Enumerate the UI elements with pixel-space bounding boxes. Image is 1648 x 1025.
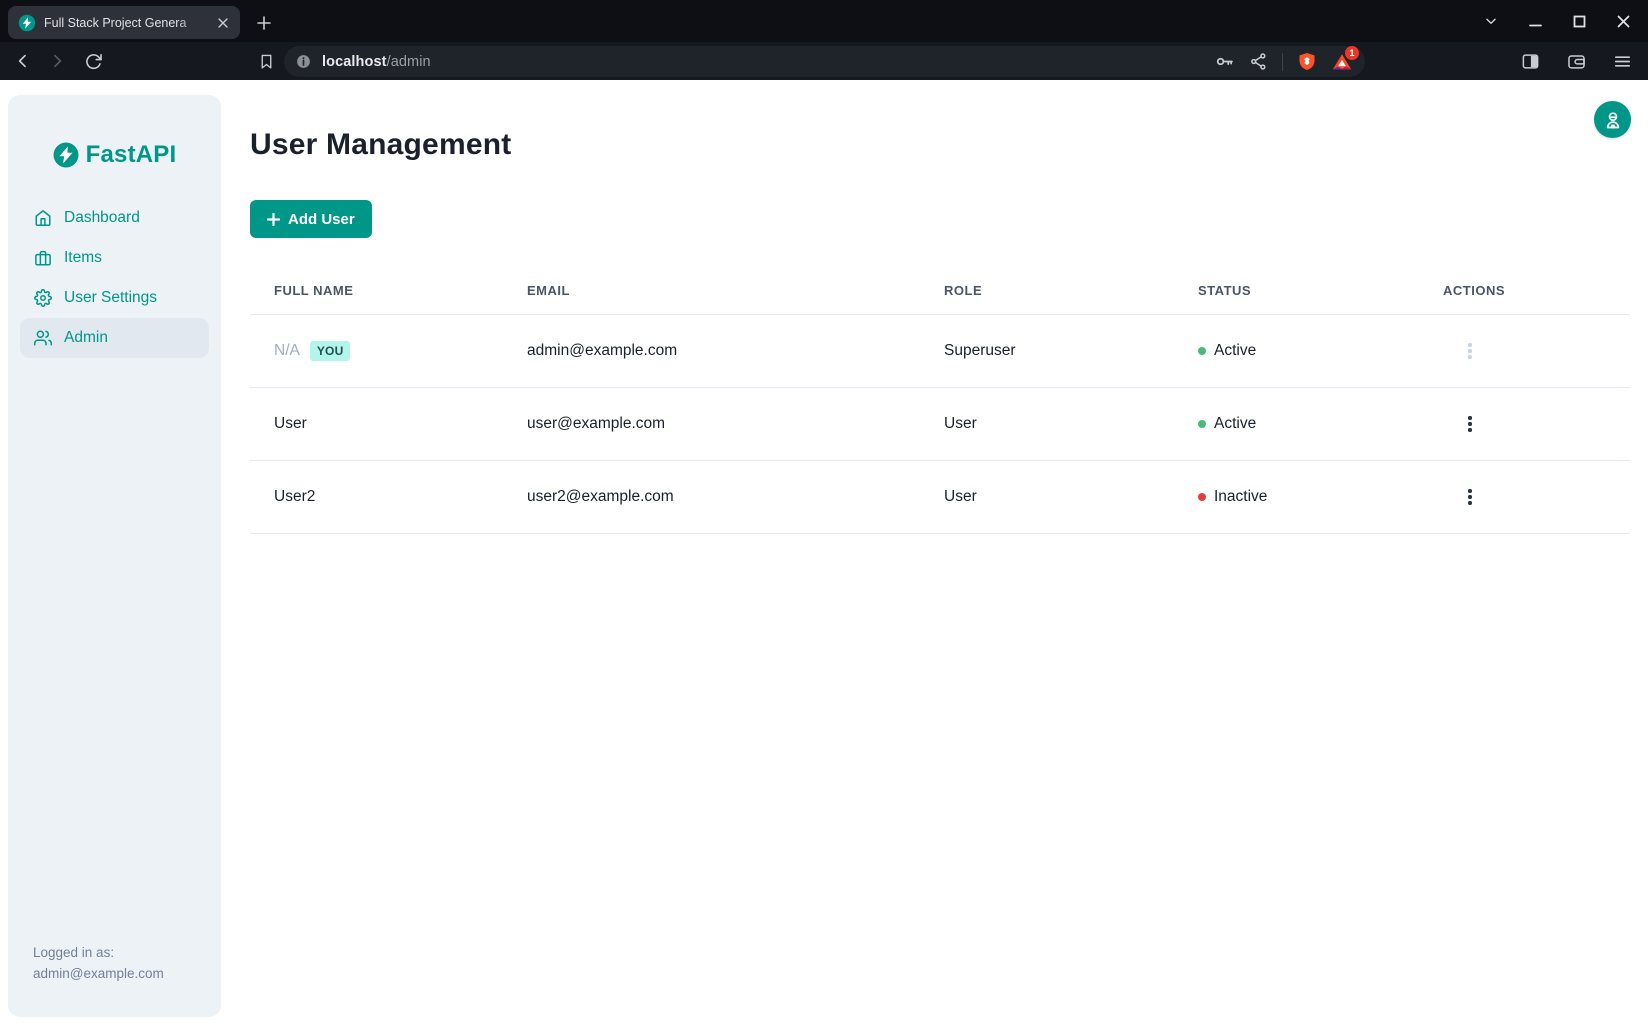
user-astronaut-icon — [1603, 110, 1623, 130]
sidebar-item-dashboard[interactable]: Dashboard — [20, 198, 209, 238]
window-controls — [1480, 0, 1648, 42]
you-badge: YOU — [310, 341, 351, 361]
briefcase-icon — [34, 249, 52, 267]
cell-email: admin@example.com — [527, 342, 944, 360]
share-icon[interactable] — [1249, 52, 1268, 71]
app-sidebar: FastAPI Dashboard Items — [8, 95, 221, 1017]
column-header-full-name: Full Name — [274, 283, 527, 298]
add-user-label: Add User — [288, 211, 355, 228]
sidebar-item-label: User Settings — [64, 289, 157, 307]
row-actions-menu-button[interactable] — [1455, 482, 1485, 512]
fastapi-favicon-icon — [18, 14, 36, 32]
column-header-role: Role — [944, 283, 1198, 298]
brave-wallet-icon[interactable] — [1562, 47, 1590, 75]
status-dot — [1198, 420, 1206, 428]
site-info-icon[interactable] — [292, 51, 314, 73]
sidebar-item-admin[interactable]: Admin — [20, 318, 209, 358]
browser-tab[interactable]: Full Stack Project Genera — [8, 6, 240, 39]
cell-role: Superuser — [944, 342, 1198, 360]
maximize-button[interactable] — [1568, 10, 1590, 32]
toolbar-divider — [1282, 53, 1283, 71]
sidebar-item-label: Admin — [64, 329, 108, 347]
cell-role: User — [944, 488, 1198, 506]
toolbar-right-icons — [1516, 42, 1648, 80]
cell-full-name: User2 — [274, 488, 527, 506]
tab-search-chevron-icon[interactable] — [1480, 10, 1502, 32]
sidebar-item-label: Dashboard — [64, 209, 140, 227]
table-header-row: Full Name Email Role Status Actions — [250, 267, 1630, 315]
brave-rewards-icon[interactable]: 1 — [1331, 51, 1353, 73]
menu-hamburger-icon[interactable] — [1608, 47, 1636, 75]
cell-status: Active — [1214, 415, 1256, 433]
close-window-button[interactable] — [1612, 10, 1634, 32]
cell-full-name: User — [274, 415, 527, 433]
page-content: FastAPI Dashboard Items — [0, 80, 1648, 1025]
sidebar-nav: Dashboard Items User Settings — [20, 198, 209, 358]
status-dot — [1198, 347, 1206, 355]
table-row: N/A YOU admin@example.com Superuser Acti… — [250, 315, 1630, 388]
sidebar-item-user-settings[interactable]: User Settings — [20, 278, 209, 318]
url-host: localhost — [322, 54, 387, 70]
logged-in-info: Logged in as: admin@example.com — [33, 943, 164, 985]
column-header-status: Status — [1198, 283, 1443, 298]
browser-toolbar: localhost/admin 1 — [0, 42, 1648, 80]
table-row: User2 user2@example.com User Inactive — [250, 461, 1630, 534]
tab-close-icon[interactable] — [214, 14, 232, 32]
url-text: localhost/admin — [322, 54, 431, 70]
fastapi-bolt-icon — [53, 142, 79, 168]
page-title: User Management — [250, 128, 511, 162]
password-key-icon[interactable] — [1214, 51, 1235, 72]
bookmark-icon[interactable] — [251, 46, 281, 76]
forward-button[interactable] — [42, 46, 72, 76]
browser-window: Full Stack Project Genera — [0, 0, 1648, 1025]
brave-shield-icon[interactable] — [1297, 51, 1317, 72]
add-user-button[interactable]: Add User — [250, 200, 372, 238]
fastapi-logo[interactable]: FastAPI — [8, 141, 221, 169]
url-bar[interactable]: localhost/admin 1 — [284, 46, 1365, 77]
cell-status: Active — [1214, 342, 1256, 360]
cell-email: user@example.com — [527, 415, 944, 433]
column-header-actions: Actions — [1443, 283, 1630, 298]
sidebar-item-label: Items — [64, 249, 102, 267]
logo-text: FastAPI — [86, 141, 177, 169]
table-row: User user@example.com User Active — [250, 388, 1630, 461]
cell-email: user2@example.com — [527, 488, 944, 506]
row-actions-menu-button[interactable] — [1455, 409, 1485, 439]
users-icon — [34, 329, 52, 347]
cell-status: Inactive — [1214, 488, 1267, 506]
back-button[interactable] — [8, 46, 38, 76]
logged-in-email: admin@example.com — [33, 964, 164, 985]
logged-in-label: Logged in as: — [33, 943, 164, 964]
tab-strip: Full Stack Project Genera — [0, 0, 1648, 42]
reload-button[interactable] — [78, 46, 108, 76]
url-path: /admin — [387, 54, 431, 70]
gear-icon — [34, 289, 52, 307]
sidebar-item-items[interactable]: Items — [20, 238, 209, 278]
minimize-button[interactable] — [1524, 10, 1546, 32]
status-dot — [1198, 493, 1206, 501]
sidebar-toggle-icon[interactable] — [1516, 47, 1544, 75]
rewards-notification-badge: 1 — [1345, 46, 1359, 60]
cell-full-name: N/A — [274, 342, 300, 360]
users-table: Full Name Email Role Status Actions N/A … — [250, 267, 1630, 534]
cell-role: User — [944, 415, 1198, 433]
user-menu-button[interactable] — [1594, 101, 1631, 138]
plus-icon — [267, 213, 280, 226]
column-header-email: Email — [527, 283, 944, 298]
new-tab-button[interactable] — [252, 11, 276, 35]
home-icon — [34, 209, 52, 227]
tab-title: Full Stack Project Genera — [44, 16, 214, 30]
row-actions-menu-button[interactable] — [1455, 336, 1485, 366]
